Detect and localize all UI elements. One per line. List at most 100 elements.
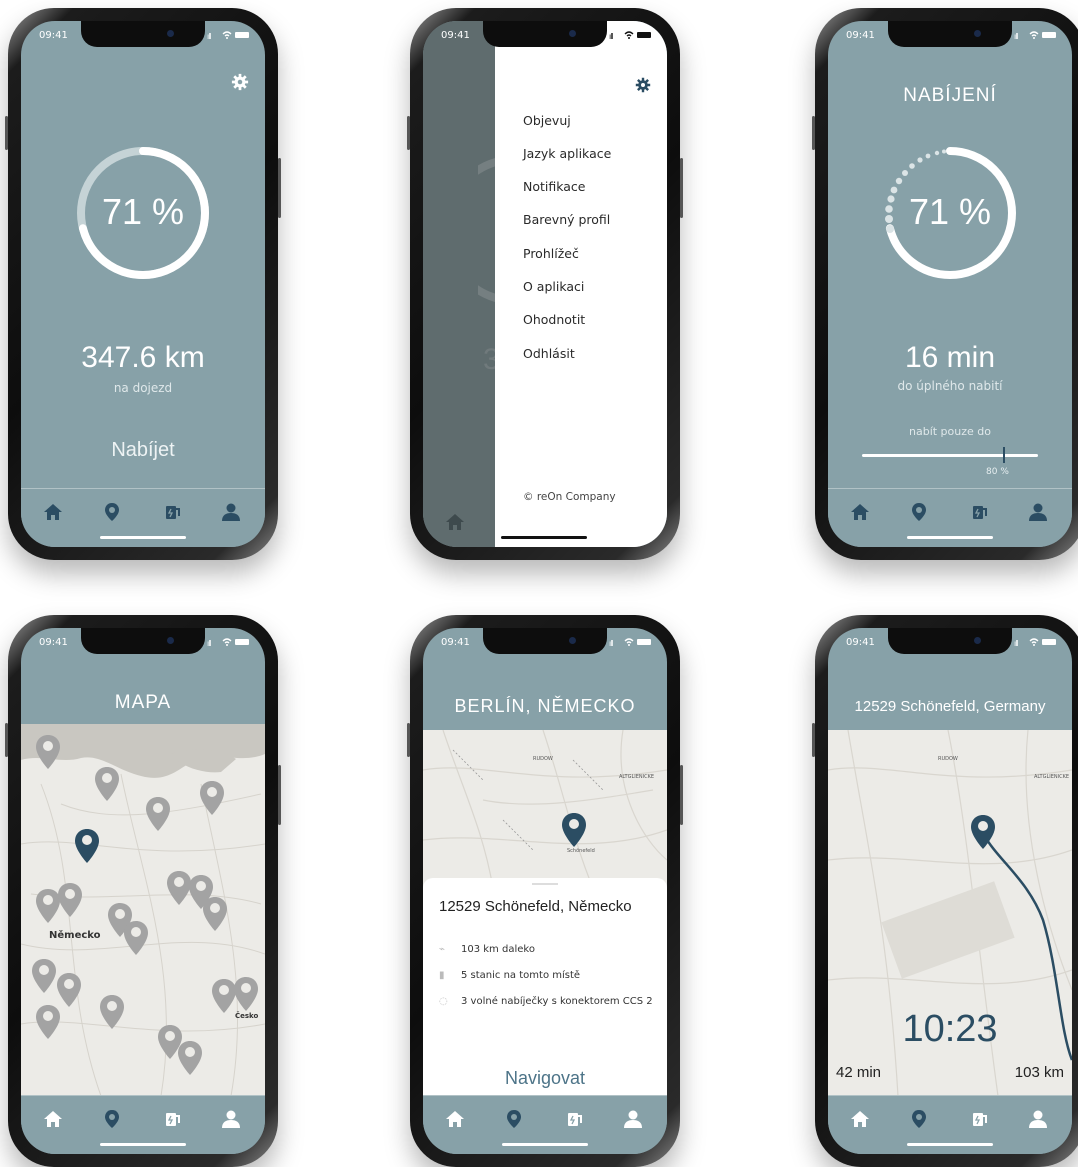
charge-limit-handle[interactable] — [1002, 447, 1005, 463]
user-icon[interactable] — [1027, 501, 1049, 523]
menu-item-about[interactable]: O aplikaci — [523, 279, 584, 294]
charging-station-icon[interactable] — [968, 1108, 990, 1130]
home-indicator — [100, 536, 186, 539]
menu-item-color-profile[interactable]: Barevný profil — [523, 212, 610, 227]
country-label: Německo — [49, 930, 101, 941]
home-indicator — [907, 536, 993, 539]
time-to-full-label: do úplného nabití — [897, 379, 1003, 393]
home-icon[interactable] — [444, 1108, 466, 1130]
map-view[interactable]: RUDOW ALTGLIENICKE Schönefeld — [423, 730, 667, 888]
station-info-panel: 12529 Schönefeld, Německo ⌁ 103 km daleko… — [423, 878, 667, 1114]
wifi-icon — [222, 31, 232, 39]
signal-icon: ıll — [1014, 32, 1019, 41]
country-label-czech: Česko — [235, 1012, 259, 1020]
user-icon[interactable] — [220, 1108, 242, 1130]
notch — [483, 628, 607, 654]
map-pin-icon[interactable] — [101, 1108, 123, 1130]
menu-item-logout[interactable]: Odhlásit — [523, 346, 575, 361]
company-footer: © reOn Company — [523, 491, 616, 503]
status-time: 09:41 — [441, 30, 470, 41]
wifi-icon — [624, 638, 634, 646]
map-pin-icon[interactable] — [94, 766, 120, 802]
signal-icon: ıll — [609, 639, 614, 648]
stations-text: 5 stanic na tomto místě — [461, 970, 581, 981]
charging-station-icon[interactable] — [161, 1108, 183, 1130]
status-icons: ıll — [207, 637, 251, 648]
map-pin-icon[interactable] — [908, 501, 930, 523]
settings-gear-icon[interactable] — [231, 73, 249, 91]
selected-map-pin-icon[interactable] — [74, 828, 100, 864]
bottom-nav — [828, 488, 1072, 547]
bottom-nav — [828, 1095, 1072, 1154]
map-pin-icon[interactable] — [199, 780, 225, 816]
home-indicator — [502, 1143, 588, 1146]
range-label: na dojezd — [113, 381, 173, 395]
map-pin-icon[interactable] — [123, 920, 149, 956]
map-pin-icon[interactable] — [35, 1004, 61, 1040]
map-pin-icon[interactable] — [177, 1040, 203, 1076]
menu-item-rate[interactable]: Ohodnotit — [523, 312, 585, 327]
wifi-icon — [624, 31, 634, 39]
home-indicator — [100, 1143, 186, 1146]
map-pin-icon[interactable] — [233, 976, 259, 1012]
map-pin-icon[interactable] — [908, 1108, 930, 1130]
screen-map: 09:41 ıll MAPA Německo Česko — [21, 628, 265, 1154]
page-title: BERLÍN, NĚMECKO — [454, 696, 636, 716]
home-indicator — [907, 1143, 993, 1146]
phone-menu: 09:41 ıll 3 Objevuj Jazyk aplikace Notif… — [407, 8, 683, 560]
trip-duration: 42 min — [836, 1064, 882, 1081]
phone-station-detail: 09:41 ıll BERLÍN, NĚMECKO RUDOW ALTGLIEN… — [407, 615, 683, 1167]
map-view[interactable]: Německo Česko — [21, 724, 265, 1096]
dimmed-background[interactable]: 3 — [423, 21, 517, 547]
navigate-button[interactable]: Navigovat — [423, 1068, 667, 1089]
signal-icon: ıll — [207, 32, 212, 41]
status-time: 09:41 — [39, 30, 68, 41]
menu-item-notifications[interactable]: Notifikace — [523, 179, 586, 194]
charging-station-icon[interactable] — [161, 501, 183, 523]
selected-map-pin-icon[interactable] — [970, 814, 996, 850]
chargers-row: ◌ 3 volné nabíječky s konektorem CCS 2 — [439, 996, 653, 1007]
home-icon[interactable] — [42, 501, 64, 523]
home-icon[interactable] — [42, 1108, 64, 1130]
bottom-nav — [21, 1095, 265, 1154]
map-pin-icon[interactable] — [35, 734, 61, 770]
notch — [81, 21, 205, 47]
charge-limit-slider[interactable] — [862, 447, 1038, 463]
menu-item-discover[interactable]: Objevuj — [523, 113, 571, 128]
map-pin-icon[interactable] — [57, 882, 83, 918]
signal-icon: ıll — [1014, 639, 1019, 648]
screen-navigation: 09:41 ıll 12529 Schönefeld, Germany RUDO… — [828, 628, 1072, 1154]
user-icon[interactable] — [220, 501, 242, 523]
map-pin-icon[interactable] — [145, 796, 171, 832]
status-time: 09:41 — [441, 637, 470, 648]
charging-station-icon[interactable] — [968, 501, 990, 523]
map-pin-icon[interactable] — [99, 994, 125, 1030]
phone-home: 09:41 ıll 71 % 347.6 km na dojezd Nabíje… — [5, 8, 281, 560]
home-icon[interactable] — [849, 1108, 871, 1130]
map-pin-icon[interactable] — [101, 501, 123, 523]
wifi-icon — [1029, 31, 1039, 39]
drag-handle[interactable] — [532, 883, 558, 885]
map-pin-icon[interactable] — [503, 1108, 525, 1130]
user-icon[interactable] — [622, 1108, 644, 1130]
map-label: ALTGLIENICKE — [1034, 774, 1070, 780]
menu-item-browser[interactable]: Prohlížeč — [523, 246, 579, 261]
side-menu: Objevuj Jazyk aplikace Notifikace Barevn… — [495, 21, 667, 547]
plug-icon: ◌ — [439, 996, 448, 1007]
map-pin-icon[interactable] — [31, 958, 57, 994]
charge-button[interactable]: Nabíjet — [21, 439, 265, 462]
home-icon[interactable] — [849, 501, 871, 523]
selected-map-pin-icon[interactable] — [561, 812, 587, 848]
map-label: RUDOW — [938, 756, 958, 762]
menu-item-language[interactable]: Jazyk aplikace — [523, 146, 611, 161]
user-icon[interactable] — [1027, 1108, 1049, 1130]
map-pin-icon[interactable] — [56, 972, 82, 1008]
map-view[interactable]: RUDOW ALTGLIENICKE 10:23 42 min 103 km — [828, 730, 1072, 1096]
screen-station-detail: 09:41 ıll BERLÍN, NĚMECKO RUDOW ALTGLIEN… — [423, 628, 667, 1154]
charging-station-icon[interactable] — [563, 1108, 585, 1130]
settings-gear-icon[interactable] — [635, 77, 651, 93]
status-icons: ıll — [609, 30, 653, 41]
map-pin-icon[interactable] — [202, 896, 228, 932]
stations-row: ▮ 5 stanic na tomto místě — [439, 970, 580, 981]
notch — [888, 628, 1012, 654]
